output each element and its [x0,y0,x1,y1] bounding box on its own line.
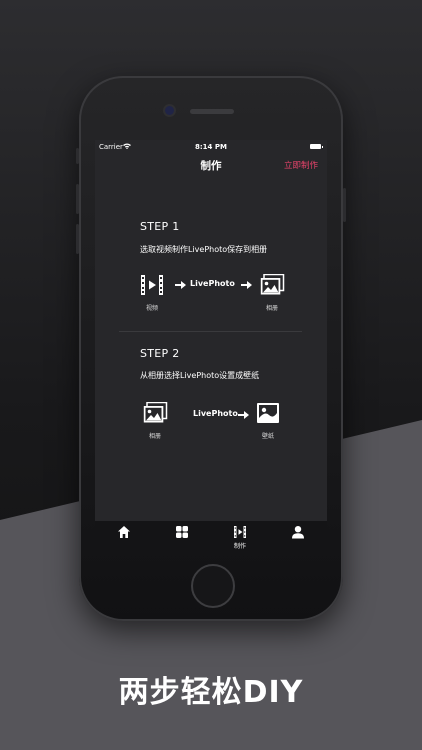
step2-description: 从相册选择LivePhoto设置成壁纸 [140,371,260,380]
step1-to-label: 相册 [265,305,278,312]
phone-screen: Carrier 8:14 PM 制作 立即制作 STEP 1 选取视频制作Liv… [95,140,327,551]
step1-livephoto-text: LivePhoto [190,279,235,288]
power-button [343,188,346,222]
tab-make[interactable]: 制作 [211,521,269,551]
album-icon [260,274,285,295]
wallpaper-icon [257,403,279,423]
navigation-bar: 制作 立即制作 [95,154,327,176]
arrow-right-icon [238,411,249,419]
grid-icon [176,526,188,538]
status-time: 8:14 PM [195,143,227,151]
step-divider [119,331,302,332]
battery-icon [310,144,323,149]
tab-bar: 制作 [95,521,327,551]
promo-headline: 两步轻松DIY [118,675,304,710]
video-icon [234,526,246,538]
person-icon [292,526,304,539]
earpiece-speaker [190,109,234,114]
step2-from-label: 相册 [148,433,161,440]
arrow-right-icon [175,281,186,289]
volume-down-button [76,224,79,254]
mute-switch [76,148,79,164]
step1-description: 选取视频制作LivePhoto保存到相册 [140,245,268,254]
step2-livephoto-text: LivePhoto [193,409,238,418]
make-now-button[interactable]: 立即制作 [284,159,318,171]
front-camera [165,106,174,115]
home-icon [118,526,130,538]
home-button [191,564,235,608]
step1-title: STEP 1 [140,220,180,233]
phone-frame: Carrier 8:14 PM 制作 立即制作 STEP 1 选取视频制作Liv… [76,76,346,621]
step2-title: STEP 2 [140,347,180,360]
tab-make-label: 制作 [233,543,246,550]
step1-from-label: 视频 [145,305,158,312]
video-icon [141,275,163,295]
tab-profile[interactable] [269,521,327,551]
tab-templates[interactable] [153,521,211,551]
arrow-right-icon [241,281,252,289]
step2-to-label: 壁纸 [261,433,274,440]
album-icon [143,402,168,423]
tab-home[interactable] [95,521,153,551]
status-bar: Carrier 8:14 PM [95,140,327,154]
volume-up-button [76,184,79,214]
